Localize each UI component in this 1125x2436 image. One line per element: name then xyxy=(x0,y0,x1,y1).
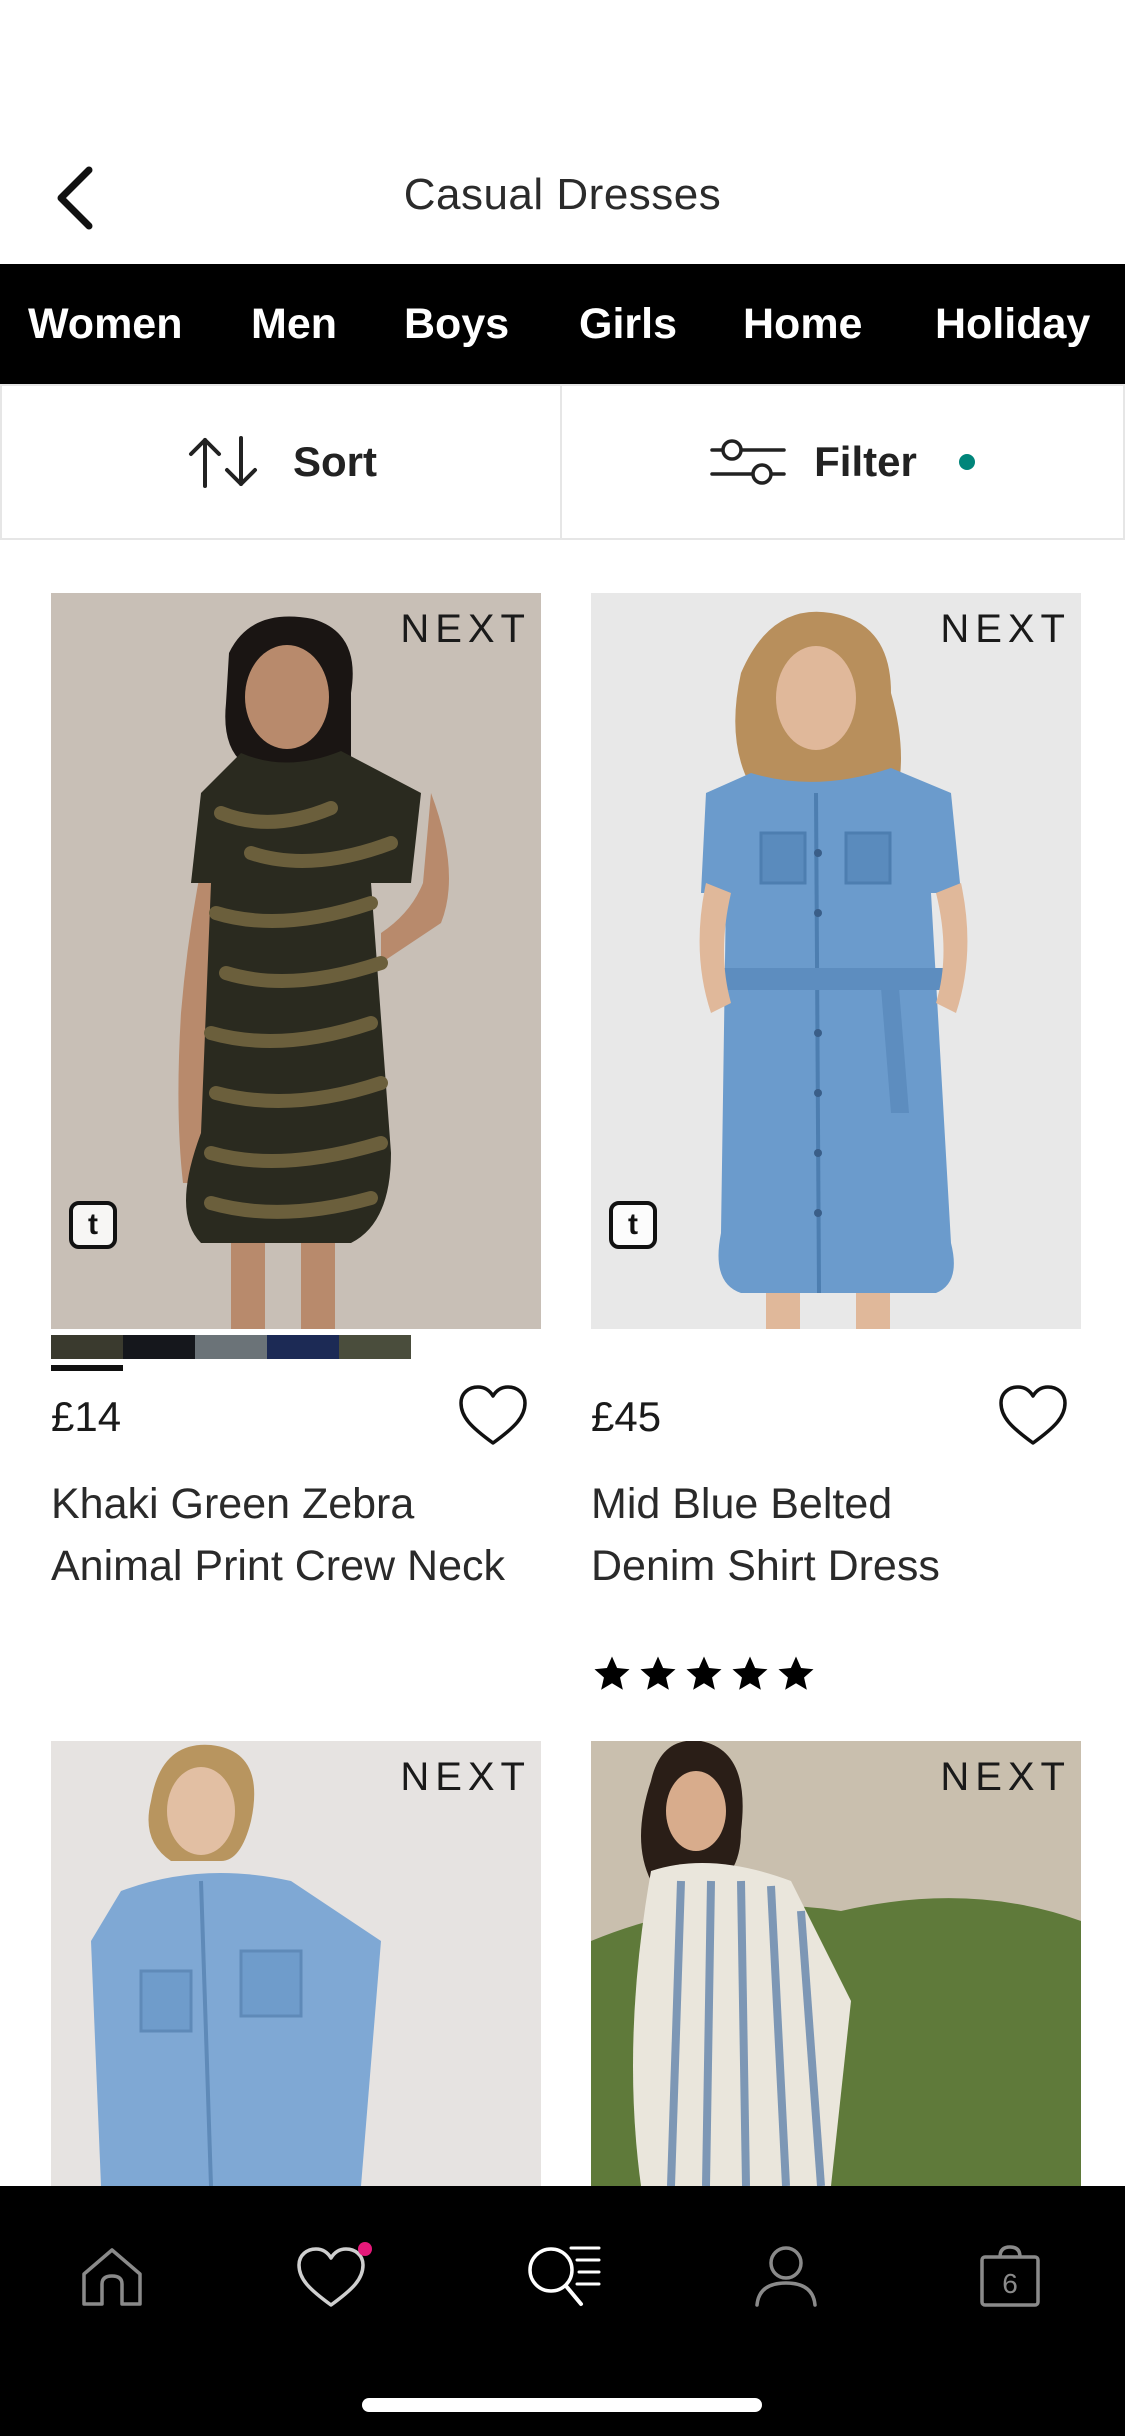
status-bar xyxy=(0,0,1125,130)
home-icon xyxy=(82,2248,142,2306)
page-title: Casual Dresses xyxy=(403,170,722,219)
wishlist-icon xyxy=(297,2242,372,2307)
product-price: £45 xyxy=(591,1393,662,1440)
category-home[interactable]: Home xyxy=(743,264,862,384)
swatch[interactable] xyxy=(339,1335,411,1359)
brand-logo: NEXT xyxy=(940,607,1071,651)
category-girls[interactable]: Girls xyxy=(579,264,677,384)
product-card[interactable]: NEXT t £14 Khaki Green Zebra Animal Prin… xyxy=(51,593,541,1590)
swatch[interactable] xyxy=(267,1335,339,1359)
filter-sliders-icon xyxy=(710,439,786,485)
star-icon xyxy=(640,1656,676,1690)
product-name[interactable]: Mid Blue Belted Denim Shirt Dress xyxy=(591,1473,1071,1597)
account-icon xyxy=(755,2246,817,2307)
category-boys[interactable]: Boys xyxy=(404,264,509,384)
brand-logo: NEXT xyxy=(940,1755,1071,1799)
brand-logo: NEXT xyxy=(400,1755,531,1799)
product-image[interactable]: NEXT xyxy=(51,1741,541,2186)
product-card[interactable]: NEXT xyxy=(591,1741,1081,2186)
product-name-line1: Khaki Green Zebra xyxy=(51,1480,415,1528)
colour-swatches[interactable] xyxy=(51,1335,411,1359)
heart-icon[interactable] xyxy=(997,1383,1069,1449)
product-price: £14 xyxy=(51,1393,122,1440)
sort-button[interactable]: Sort xyxy=(0,386,562,538)
filter-button[interactable]: Filter xyxy=(562,386,1125,538)
swatch[interactable] xyxy=(51,1335,123,1359)
swatch[interactable] xyxy=(195,1335,267,1359)
tab-account[interactable] xyxy=(726,2226,846,2326)
product-name-line2: Denim Shirt Dress xyxy=(591,1542,940,1590)
sort-label: Sort xyxy=(293,438,377,485)
sort-arrows-icon xyxy=(189,436,257,488)
product-name-line2: Animal Print Crew Neck xyxy=(51,1542,505,1590)
sort-filter-bar: Sort Filter xyxy=(0,384,1125,540)
tag-icon: t xyxy=(609,1201,657,1249)
category-holiday[interactable]: Holiday xyxy=(935,264,1090,384)
product-card[interactable]: NEXT xyxy=(51,1741,541,2186)
filter-label: Filter xyxy=(814,438,917,485)
star-icon xyxy=(686,1656,722,1690)
tab-search[interactable] xyxy=(503,2226,623,2326)
tab-home[interactable] xyxy=(52,2226,172,2326)
product-card[interactable]: NEXT t £45 Mid Blue Belted Denim Shirt D… xyxy=(591,593,1081,1690)
tag-icon: t xyxy=(69,1201,117,1249)
swatch[interactable] xyxy=(123,1335,195,1359)
category-men[interactable]: Men xyxy=(251,264,337,384)
bag-icon: 6 xyxy=(980,2245,1040,2307)
brand-logo: NEXT xyxy=(400,607,531,651)
rating-stars xyxy=(591,1653,817,1695)
product-name-line1: Mid Blue Belted xyxy=(591,1480,893,1528)
star-icon xyxy=(594,1656,630,1690)
star-icon xyxy=(778,1656,814,1690)
category-nav: Women Men Boys Girls Home Holiday xyxy=(0,264,1125,384)
category-women[interactable]: Women xyxy=(28,264,183,384)
star-icon xyxy=(732,1656,768,1690)
filter-active-indicator xyxy=(958,454,975,470)
header: Casual Dresses xyxy=(0,130,1125,264)
heart-icon[interactable] xyxy=(457,1383,529,1449)
bag-count: 6 xyxy=(1002,2268,1018,2299)
tab-wishlist[interactable] xyxy=(275,2226,395,2326)
home-indicator xyxy=(362,2398,762,2412)
product-name[interactable]: Khaki Green Zebra Animal Print Crew Neck xyxy=(51,1473,531,1597)
product-image[interactable]: NEXT t xyxy=(51,593,541,1329)
tab-bag[interactable]: 6 xyxy=(950,2226,1070,2326)
selected-swatch-indicator xyxy=(51,1365,123,1371)
search-icon xyxy=(528,2246,601,2306)
product-image[interactable]: NEXT t xyxy=(591,593,1081,1329)
product-image[interactable]: NEXT xyxy=(591,1741,1081,2186)
